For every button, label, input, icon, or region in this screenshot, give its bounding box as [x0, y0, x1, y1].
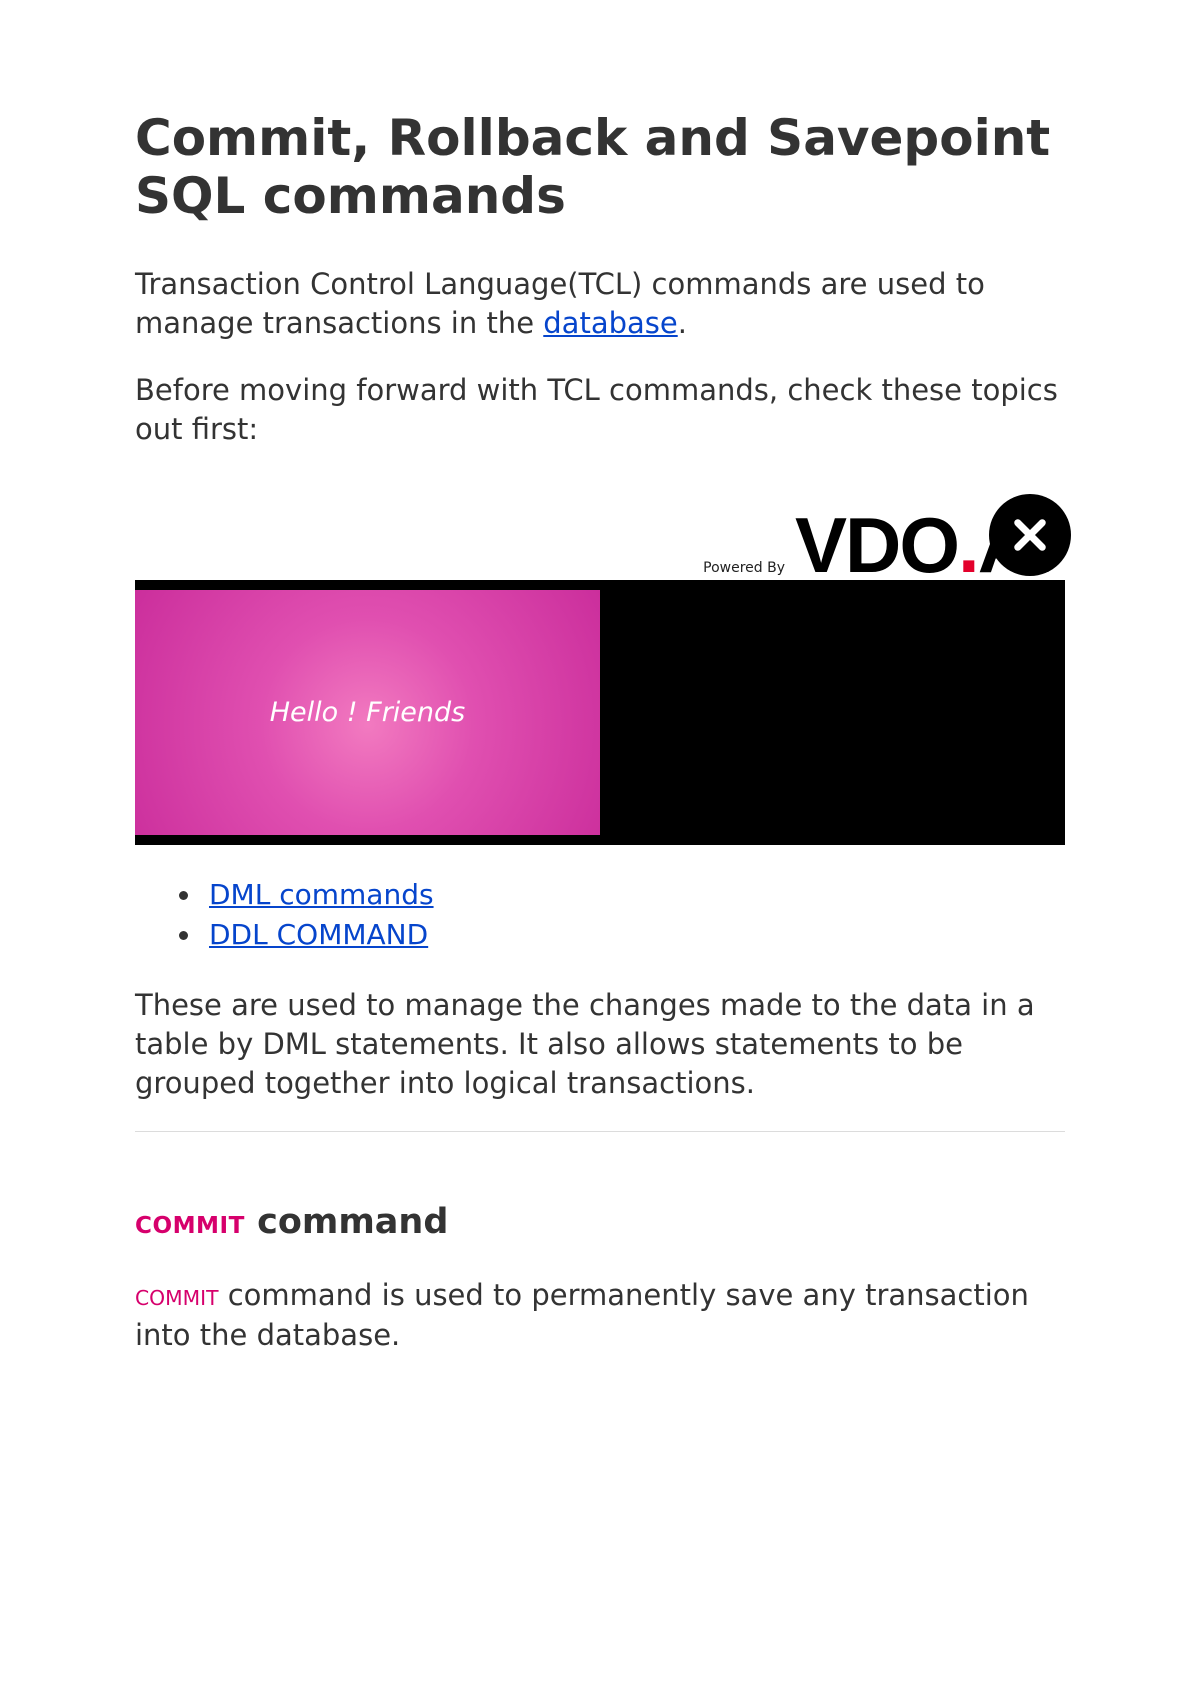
list-item: DDL COMMAND: [203, 915, 1065, 956]
topic-links-list: DML commands DDL COMMAND: [135, 875, 1065, 956]
powered-by-label: Powered By: [703, 560, 785, 580]
ad-slide-text: Hello ! Friends: [270, 697, 466, 728]
page-title: Commit, Rollback and Savepoint SQL comma…: [135, 110, 1065, 225]
ad-close-button[interactable]: [989, 494, 1071, 576]
commit-description: COMMIT command is used to permanently sa…: [135, 1276, 1065, 1354]
dml-commands-link[interactable]: DML commands: [209, 878, 434, 911]
close-icon: [1009, 514, 1051, 556]
commit-section-heading: COMMIT command: [135, 1202, 1065, 1242]
intro-paragraph-2: Before moving forward with TCL commands,…: [135, 371, 1065, 449]
brand-text-pre: VDO: [795, 510, 958, 580]
divider: [135, 1131, 1065, 1132]
commit-keyword: COMMIT: [135, 1213, 245, 1239]
ad-slide: Hello ! Friends: [135, 590, 600, 835]
para-3: These are used to manage the changes mad…: [135, 986, 1065, 1103]
ad-container: Powered By VDO.AI Hello ! Friends: [135, 510, 1065, 845]
ad-brand-row: Powered By VDO.AI: [135, 510, 1065, 580]
ad-video-frame[interactable]: Hello ! Friends: [135, 580, 1065, 845]
brand-dot-icon: .: [958, 510, 978, 580]
ddl-command-link[interactable]: DDL COMMAND: [209, 918, 428, 951]
text: .: [678, 306, 687, 340]
heading-text: command: [245, 1202, 449, 1242]
intro-paragraph-1: Transaction Control Language(TCL) comman…: [135, 265, 1065, 343]
commit-keyword-inline: COMMIT: [135, 1286, 219, 1310]
text: command is used to permanently save any …: [135, 1278, 1029, 1351]
database-link[interactable]: database: [543, 306, 677, 340]
list-item: DML commands: [203, 875, 1065, 916]
